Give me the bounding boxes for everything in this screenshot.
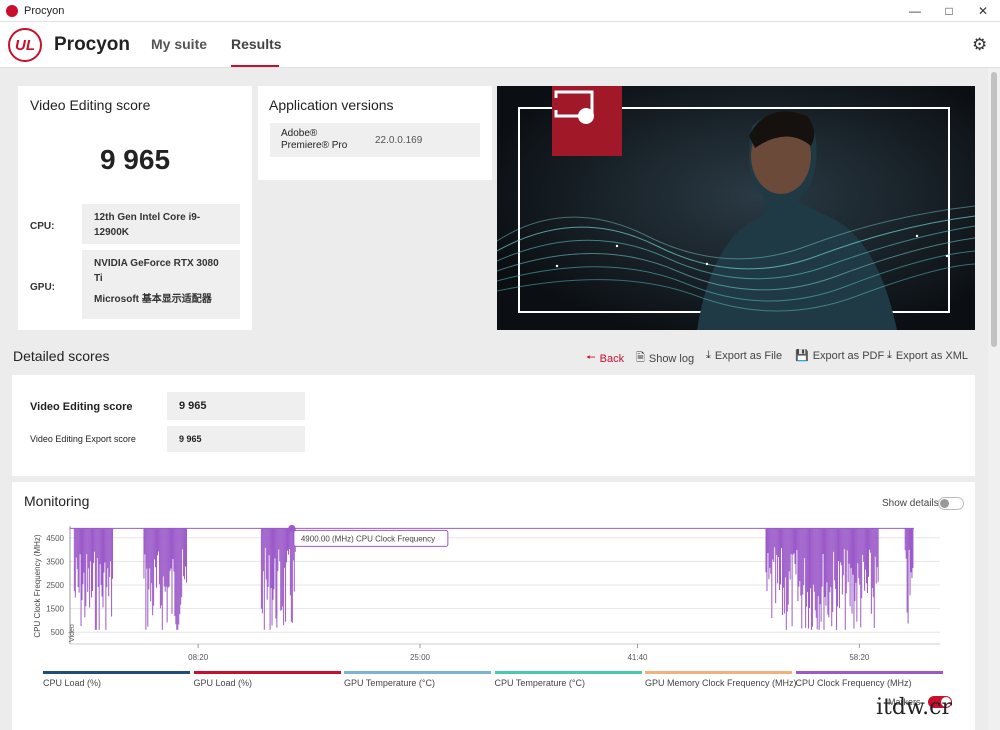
app-name: Procyon [54, 34, 131, 55]
gpu-label: GPU: [30, 282, 55, 293]
detailed-scores-card: Video Editing score 9 965 Video Editing … [12, 375, 975, 476]
window-controls: — □ ✕ [898, 0, 1000, 22]
gpu-value-secondary: Microsoft 基本显示适配器 [94, 294, 212, 305]
legend-swatch[interactable] [795, 671, 943, 674]
y-axis-label: CPU Clock Frequency (MHz) [33, 534, 42, 637]
window-title: Procyon [24, 4, 65, 17]
video-editing-icon [552, 86, 622, 156]
legend-label[interactable]: CPU Load (%) [43, 678, 101, 688]
download-icon: ⤓ [887, 349, 892, 361]
watermark-logo: itdw.cr [876, 695, 953, 720]
x-tick-label: 08:20 [188, 653, 209, 662]
toggle-knob [940, 499, 949, 508]
legend-swatch[interactable] [344, 671, 491, 674]
y-tick-label: 4500 [46, 534, 64, 543]
app-version-row: Adobe® Premiere® Pro 22.0.0.169 [270, 123, 480, 157]
show-details-label: Show details [882, 498, 939, 509]
app-header: UL Procyon My suite Results ⚙ [0, 22, 1000, 68]
minimize-icon[interactable]: — [898, 0, 932, 22]
y-tick-label: 3500 [46, 557, 64, 566]
export-pdf-button[interactable]: 💾 Export as PDF [795, 349, 884, 363]
active-tab-indicator [231, 65, 279, 67]
legend-label[interactable]: CPU Clock Frequency (MHz) [796, 678, 912, 688]
legend-swatch[interactable] [645, 671, 792, 674]
tooltip-text: 4900.00 (MHz) CPU Clock Frequency [301, 534, 435, 543]
close-icon[interactable]: ✕ [966, 0, 1000, 22]
export-file-button[interactable]: ⤓ Export as File [706, 349, 782, 362]
legend-label[interactable]: GPU Load (%) [194, 678, 253, 688]
legend-label[interactable]: GPU Temperature (°C) [344, 678, 435, 688]
x-tick-label: 41:40 [627, 653, 648, 662]
show-details-toggle[interactable] [938, 497, 964, 510]
scrollbar-thumb[interactable] [991, 72, 997, 347]
score-card-title: Video Editing score [30, 97, 151, 113]
app-version-number: 22.0.0.169 [375, 135, 423, 146]
show-log-button[interactable]: 🗎 Show log [636, 349, 694, 368]
gpu-value-primary: NVIDIA GeForce RTX 3080 Ti [94, 258, 219, 284]
arrow-left-icon: 🠔 [586, 352, 596, 364]
window-titlebar: Procyon — □ ✕ [0, 0, 1000, 22]
app-versions-card: Application versions Adobe® Premiere® Pr… [258, 86, 492, 180]
detail-row-label: Video Editing Export score [30, 434, 136, 444]
score-card: Video Editing score 9 965 CPU: 12th Gen … [18, 86, 252, 330]
gear-icon[interactable]: ⚙ [972, 35, 987, 55]
legend-swatch[interactable] [43, 671, 190, 674]
document-icon: 🗎 [636, 352, 645, 364]
download-icon: ⤓ [706, 349, 711, 361]
app-versions-title: Application versions [269, 97, 394, 113]
monitoring-title: Monitoring [24, 493, 90, 509]
y-tick-label: 2500 [46, 581, 64, 590]
y-tick-label: 1500 [46, 605, 64, 614]
save-icon: 💾 [795, 350, 809, 362]
cpu-label: CPU: [30, 221, 55, 232]
legend-swatch[interactable] [193, 671, 341, 674]
export-xml-button[interactable]: ⤓ Export as XML [887, 349, 968, 362]
detailed-scores-title: Detailed scores [13, 348, 110, 364]
legend-label[interactable]: GPU Memory Clock Frequency (MHz) [645, 678, 797, 688]
legend-swatch[interactable] [494, 671, 642, 674]
monitoring-chart: 4500 3500 2500 1500 500 CPU Clock Frequency (… [33, 524, 940, 662]
cpu-value: 12th Gen Intel Core i9-12900K [82, 204, 240, 244]
maximize-icon[interactable]: □ [932, 0, 966, 22]
detail-row-value: 9 965 [167, 392, 305, 420]
hero-image [497, 86, 975, 330]
detail-row-value: 9 965 [167, 426, 305, 452]
tab-my-suite[interactable]: My suite [151, 36, 207, 52]
legend-label[interactable]: CPU Temperature (°C) [495, 678, 585, 688]
gpu-value-box: NVIDIA GeForce RTX 3080 Ti Microsoft 基本显… [82, 250, 240, 319]
app-version-name: Adobe® Premiere® Pro [281, 128, 348, 151]
x-tick-label: 58:20 [849, 653, 870, 662]
x-tick-label: 25:00 [410, 653, 431, 662]
marker-label: Video [69, 624, 76, 642]
tab-results[interactable]: Results [231, 36, 282, 52]
ul-logo: UL [8, 28, 42, 62]
app-icon [6, 4, 18, 17]
overall-score: 9 965 [99, 144, 171, 175]
back-button[interactable]: 🠔 Back [586, 349, 624, 368]
detail-row-label: Video Editing score [30, 401, 133, 413]
y-tick-label: 500 [51, 628, 65, 637]
